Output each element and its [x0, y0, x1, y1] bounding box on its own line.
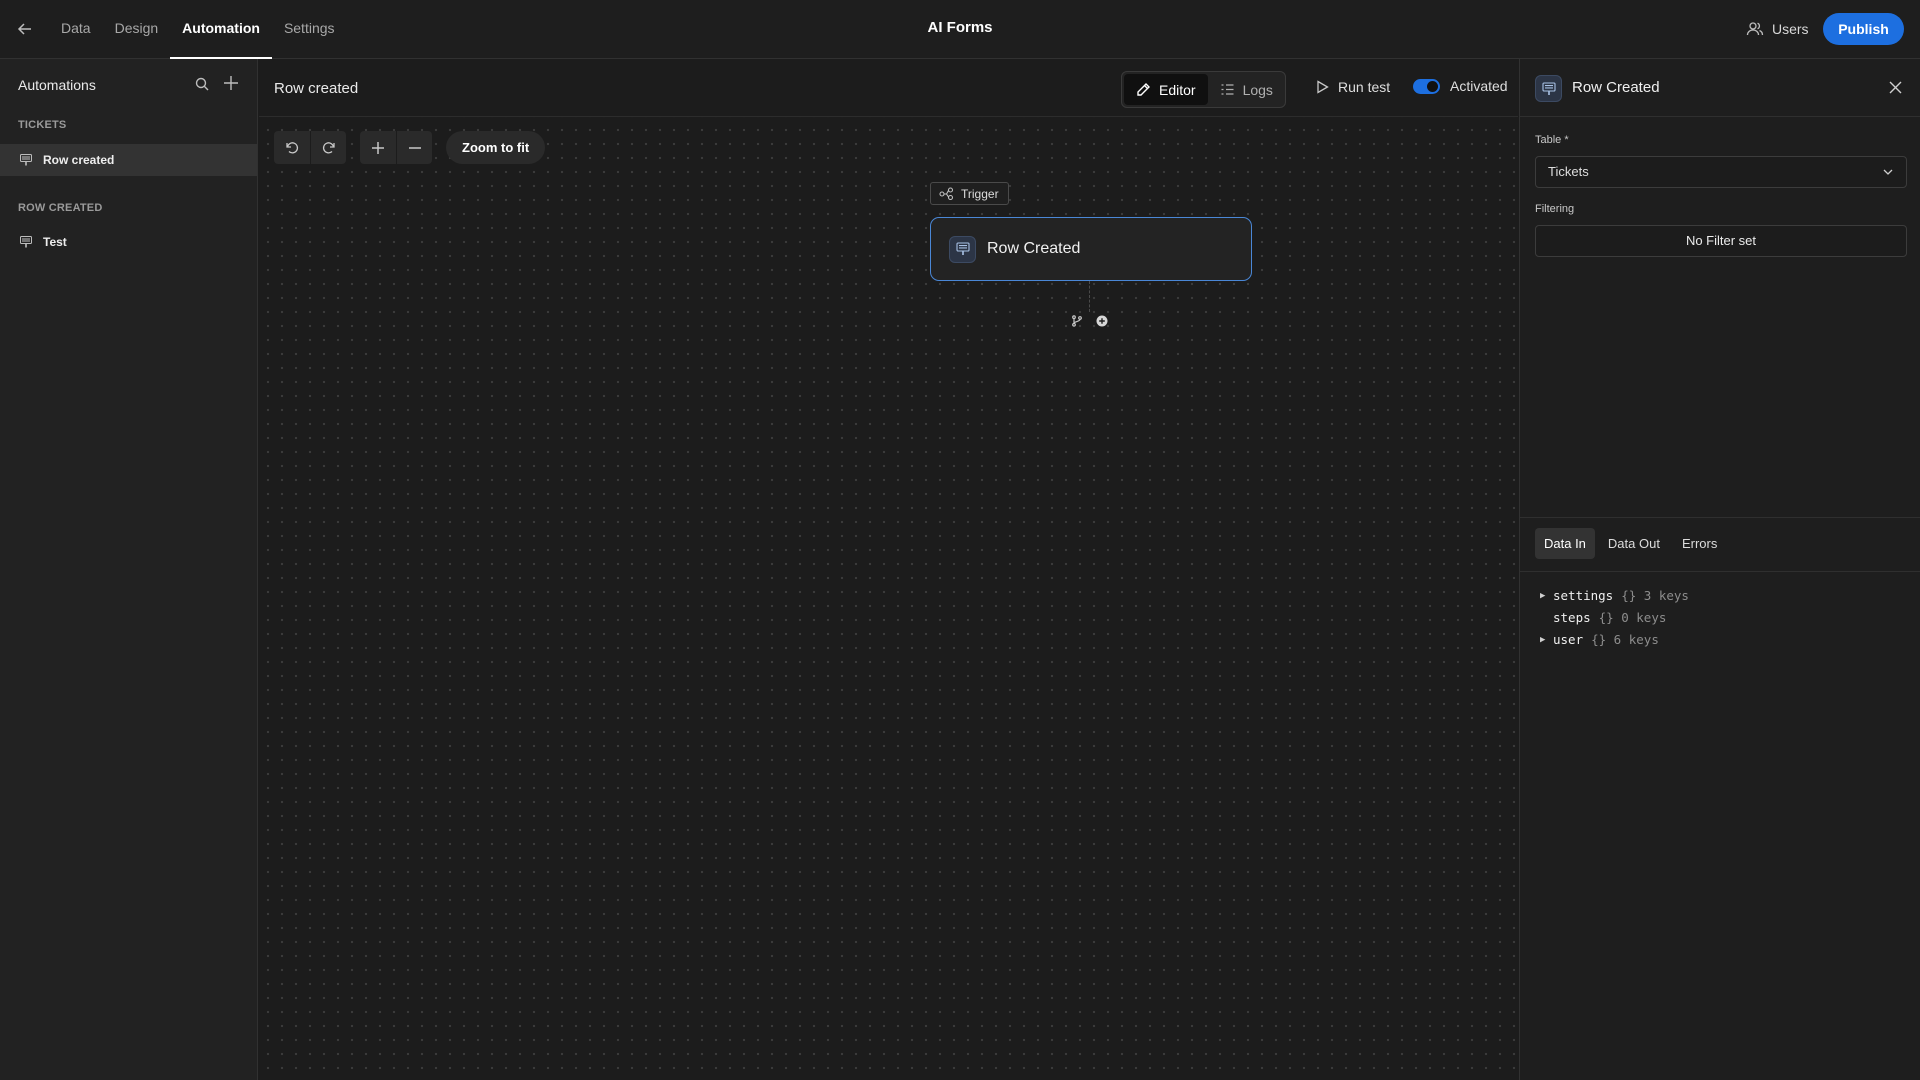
panel-title: Row Created [1572, 79, 1660, 96]
activated-toggle[interactable] [1413, 78, 1440, 94]
undo-icon[interactable] [274, 131, 310, 164]
tab-design[interactable]: Design [103, 0, 171, 59]
tab-editor[interactable]: Editor [1124, 74, 1208, 105]
json-tree: ▶ settings {} 3 keys steps {} 0 keys ▶ u… [1540, 585, 1689, 651]
node-actions [1067, 311, 1111, 330]
play-icon [1316, 80, 1329, 94]
branch-icon[interactable] [1067, 311, 1086, 330]
trigger-tag: Trigger [930, 182, 1009, 205]
trigger-icon [939, 187, 954, 200]
node-label: Row Created [987, 240, 1081, 257]
tab-editor-label: Editor [1159, 81, 1196, 98]
pencil-icon [1136, 82, 1151, 97]
canvas-header: Row created Editor Logs Run test Activat… [259, 59, 1518, 117]
zoom-to-fit-button[interactable]: Zoom to fit [446, 131, 546, 164]
users-icon [1746, 20, 1764, 38]
json-meta: {} 0 keys [1598, 610, 1667, 625]
row-icon [20, 236, 32, 248]
automations-sidebar: Automations TICKETS Row created ROW CREA… [0, 59, 258, 1080]
step-config-panel: Row Created Table * Tickets Filtering No… [1519, 59, 1920, 1080]
panel-divider [1520, 517, 1920, 518]
filter-button[interactable]: No Filter set [1535, 225, 1907, 257]
json-meta: {} 3 keys [1621, 588, 1689, 603]
tab-data-in[interactable]: Data In [1535, 528, 1595, 559]
tab-logs-label: Logs [1242, 81, 1273, 98]
filtering-label: Filtering [1535, 203, 1575, 215]
back-arrow-icon[interactable] [16, 20, 34, 38]
tab-automation[interactable]: Automation [170, 0, 272, 59]
zoom-out-icon[interactable] [396, 131, 432, 164]
publish-button[interactable]: Publish [1823, 13, 1904, 45]
json-row-settings[interactable]: ▶ settings {} 3 keys [1540, 585, 1689, 607]
redo-icon[interactable] [310, 131, 346, 164]
search-icon[interactable] [194, 76, 210, 92]
json-key: settings [1553, 588, 1614, 603]
tab-errors[interactable]: Errors [1673, 528, 1726, 559]
sidebar-item-test[interactable]: Test [0, 226, 257, 258]
table-select[interactable]: Tickets [1535, 156, 1907, 188]
add-automation-icon[interactable] [222, 74, 240, 92]
tab-data[interactable]: Data [49, 0, 103, 59]
activated-control: Activated [1413, 78, 1508, 94]
top-bar: Data Design Automation Settings AI Forms… [0, 0, 1920, 59]
sidebar-item-label: Row created [43, 153, 115, 167]
row-icon [1535, 75, 1562, 102]
nav-tabs: Data Design Automation Settings [49, 0, 347, 59]
panel-divider [1520, 571, 1920, 572]
tab-settings[interactable]: Settings [272, 0, 347, 59]
sidebar-item-row-created[interactable]: Row created [0, 144, 257, 176]
row-icon [949, 235, 976, 263]
sidebar-title: Automations [18, 77, 96, 93]
json-meta: {} 6 keys [1591, 632, 1659, 647]
json-key: user [1553, 632, 1584, 647]
history-controls [274, 131, 346, 164]
list-icon [1220, 82, 1235, 97]
trigger-tag-label: Trigger [961, 186, 999, 201]
data-tabs: Data In Data Out Errors [1535, 528, 1726, 559]
zoom-controls [360, 131, 432, 164]
group-label-row-created: ROW CREATED [18, 202, 103, 214]
chevron-down-icon [1882, 166, 1894, 178]
table-select-value: Tickets [1548, 164, 1589, 179]
json-key: steps [1553, 610, 1591, 625]
tab-data-out[interactable]: Data Out [1599, 528, 1669, 559]
json-row-user[interactable]: ▶ user {} 6 keys [1540, 629, 1689, 651]
expand-caret-icon[interactable]: ▶ [1540, 585, 1553, 607]
row-icon [20, 154, 32, 166]
automation-canvas[interactable]: Row created Editor Logs Run test Activat… [259, 59, 1518, 1080]
activated-label: Activated [1450, 78, 1508, 94]
add-step-icon[interactable] [1092, 311, 1111, 330]
automation-title: Row created [274, 80, 359, 97]
tab-logs[interactable]: Logs [1208, 74, 1285, 105]
group-label-tickets: TICKETS [18, 119, 67, 131]
table-label: Table * [1535, 134, 1569, 146]
users-label: Users [1772, 21, 1809, 37]
node-connector [1089, 281, 1090, 312]
run-test-button[interactable]: Run test [1316, 79, 1390, 95]
expand-caret-icon[interactable]: ▶ [1540, 629, 1553, 651]
view-toggle: Editor Logs [1121, 71, 1286, 108]
zoom-in-icon[interactable] [360, 131, 396, 164]
users-button[interactable]: Users [1746, 18, 1809, 40]
run-test-label: Run test [1338, 79, 1391, 95]
close-icon[interactable] [1888, 80, 1903, 95]
panel-header: Row Created [1520, 59, 1920, 117]
sidebar-item-label: Test [43, 235, 67, 249]
json-row-steps: steps {} 0 keys [1540, 607, 1689, 629]
trigger-node-card[interactable]: Row Created [930, 217, 1252, 281]
